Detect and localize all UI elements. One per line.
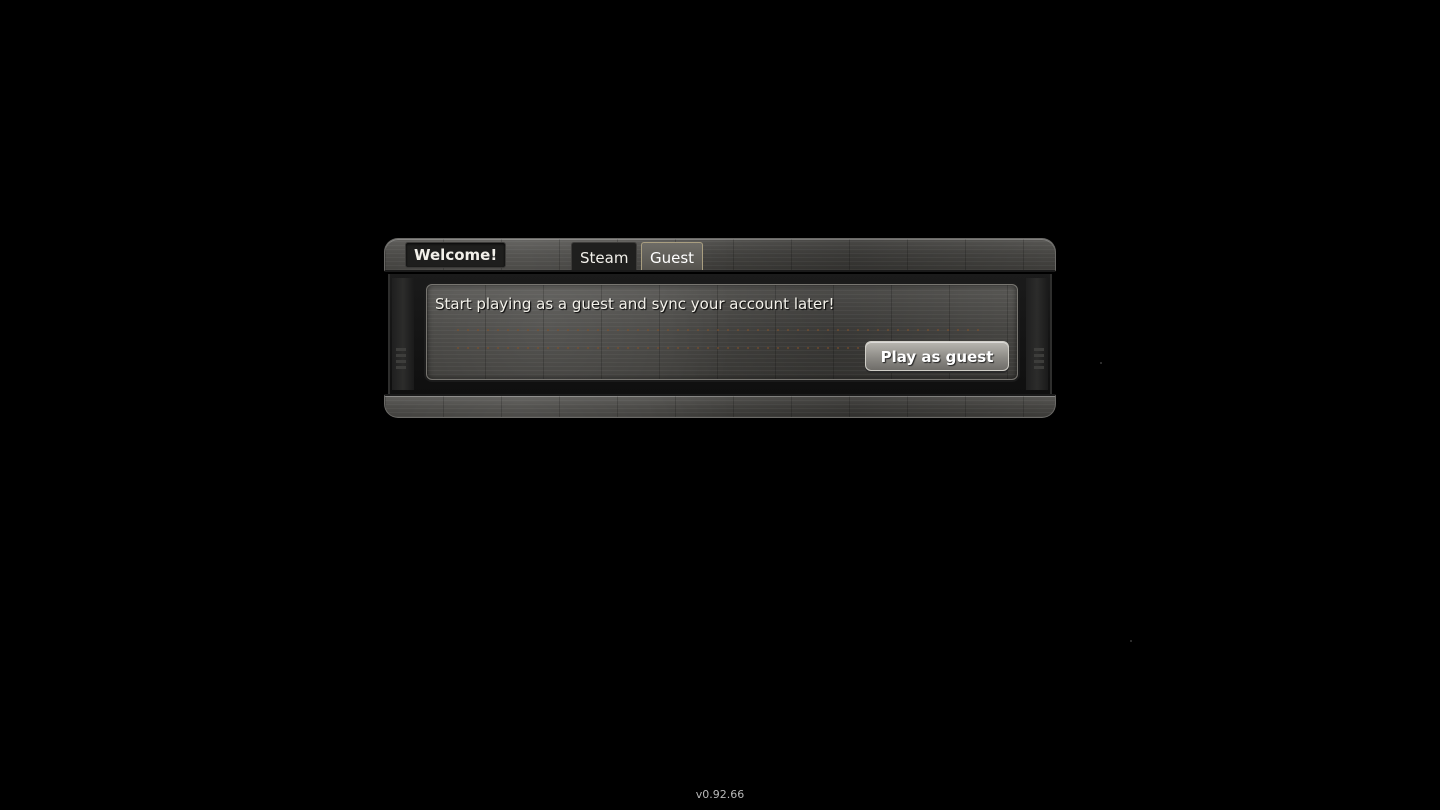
tab-guest[interactable]: Guest <box>641 242 704 270</box>
dialog-header: Welcome! Steam Guest <box>384 238 1056 272</box>
guest-panel: Start playing as a guest and sync your a… <box>426 284 1018 380</box>
background-speck <box>1100 362 1102 364</box>
welcome-dialog: Welcome! Steam Guest Start playing as a … <box>384 238 1056 418</box>
version-label: v0.92.66 <box>695 788 745 801</box>
left-frame-rail <box>392 278 414 390</box>
dialog-footer-bar <box>384 394 1056 418</box>
dialog-title: Welcome! <box>405 242 507 268</box>
right-frame-rail <box>1026 278 1048 390</box>
tab-steam[interactable]: Steam <box>571 242 638 270</box>
dialog-body: Start playing as a guest and sync your a… <box>388 274 1052 394</box>
guest-message: Start playing as a guest and sync your a… <box>435 295 835 313</box>
background-speck <box>1130 640 1132 642</box>
play-as-guest-button[interactable]: Play as guest <box>865 341 1009 371</box>
